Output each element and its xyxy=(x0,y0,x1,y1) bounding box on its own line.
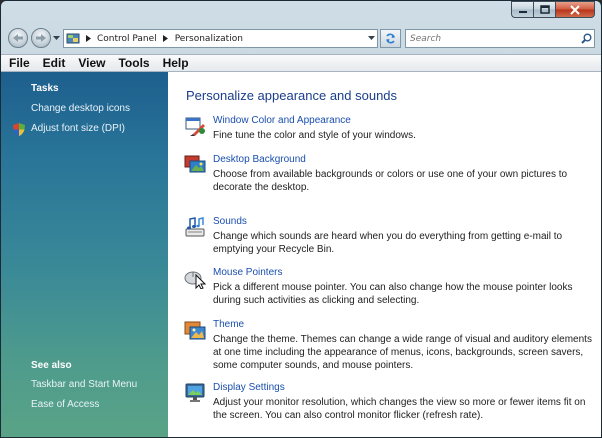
task-pane: Tasks Change desktop icons Adjust font s… xyxy=(1,72,168,437)
sounds-icon[interactable] xyxy=(184,216,206,238)
task-link-sounds[interactable]: Sounds xyxy=(213,216,247,227)
window-color-icon[interactable] xyxy=(184,115,206,137)
minimize-button[interactable] xyxy=(511,1,533,18)
task-link-theme[interactable]: Theme xyxy=(213,319,244,330)
forward-arrow-icon xyxy=(36,34,46,42)
refresh-button[interactable] xyxy=(380,29,401,48)
task-description: Change the theme. Themes can change a wi… xyxy=(213,334,592,371)
display-settings-icon[interactable] xyxy=(184,382,206,404)
menu-edit[interactable]: Edit xyxy=(43,56,66,70)
address-bar[interactable]: Control Panel Personalization xyxy=(63,29,378,48)
chevron-down-icon xyxy=(53,36,60,40)
breadcrumb-personalization[interactable]: Personalization xyxy=(172,34,246,44)
menu-view[interactable]: View xyxy=(78,56,105,70)
task-link-display-settings[interactable]: Display Settings xyxy=(213,382,285,393)
chevron-down-icon xyxy=(367,36,375,40)
tasks-heading: Tasks xyxy=(31,83,59,94)
menu-help[interactable]: Help xyxy=(163,56,189,70)
task-link-window-color[interactable]: Window Color and Appearance xyxy=(213,115,351,126)
shield-icon xyxy=(13,123,25,136)
window-controls xyxy=(511,1,595,18)
task-adjust-font-size[interactable]: Adjust font size (DPI) xyxy=(31,123,125,134)
title-bar[interactable] xyxy=(1,1,601,23)
task-description: Choose from available backgrounds or col… xyxy=(213,169,568,193)
breadcrumb-separator-icon xyxy=(160,35,172,42)
minimize-icon xyxy=(518,10,527,13)
task-description: Change which sounds are heard when you d… xyxy=(213,231,563,255)
task-description: Adjust your monitor resolution, which ch… xyxy=(213,397,586,421)
control-panel-icon xyxy=(64,30,82,47)
maximize-button[interactable] xyxy=(533,1,555,18)
breadcrumb-separator-icon xyxy=(82,35,94,42)
refresh-icon xyxy=(386,33,395,44)
search-input[interactable] xyxy=(406,33,578,44)
back-button[interactable] xyxy=(8,28,28,48)
page-title: Personalize appearance and sounds xyxy=(186,88,398,103)
search-icon[interactable] xyxy=(578,33,594,44)
recent-pages-dropdown[interactable] xyxy=(53,34,60,44)
task-description: Fine tune the color and style of your wi… xyxy=(213,130,416,141)
desktop-background-icon[interactable] xyxy=(184,154,206,176)
close-icon xyxy=(570,4,580,15)
mouse-pointers-icon[interactable] xyxy=(184,267,206,289)
theme-icon[interactable] xyxy=(184,319,206,341)
back-arrow-icon xyxy=(13,34,23,42)
menu-file[interactable]: File xyxy=(9,56,30,70)
task-link-mouse-pointers[interactable]: Mouse Pointers xyxy=(213,267,282,278)
task-description: Pick a different mouse pointer. You can … xyxy=(213,282,573,306)
search-box xyxy=(405,29,595,48)
navigation-bar: Control Panel Personalization xyxy=(1,25,601,51)
task-link-desktop-background[interactable]: Desktop Background xyxy=(213,154,306,165)
menu-tools[interactable]: Tools xyxy=(118,56,149,70)
forward-button[interactable] xyxy=(31,28,51,48)
close-button[interactable] xyxy=(555,1,595,18)
breadcrumb-control-panel[interactable]: Control Panel xyxy=(94,34,160,44)
address-history-dropdown[interactable] xyxy=(365,30,377,47)
explorer-window: Control Panel Personalization Search Fil… xyxy=(0,0,602,438)
see-also-ease-of-access[interactable]: Ease of Access xyxy=(31,399,99,410)
maximize-icon xyxy=(539,5,550,14)
see-also-taskbar-start-menu[interactable]: Taskbar and Start Menu xyxy=(31,379,137,390)
task-change-desktop-icons[interactable]: Change desktop icons xyxy=(31,103,130,114)
menu-bar: File Edit View Tools Help xyxy=(1,54,601,72)
see-also-heading: See also xyxy=(31,360,72,371)
content-pane: Personalize appearance and sounds Window… xyxy=(168,72,601,437)
